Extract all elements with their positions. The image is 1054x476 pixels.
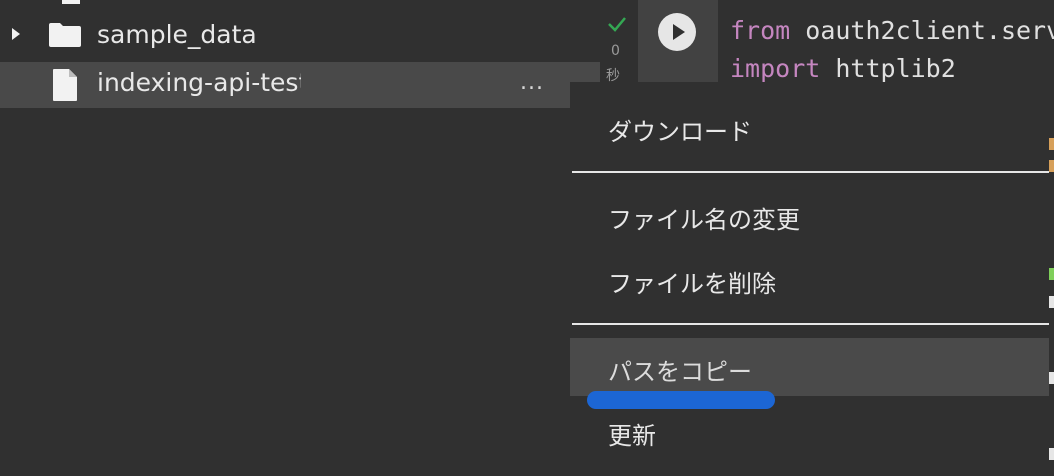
file-icon xyxy=(53,69,77,101)
menu-item-download[interactable]: ダウンロード xyxy=(570,98,1049,156)
play-icon[interactable] xyxy=(658,13,696,51)
execution-time: 0 xyxy=(611,43,620,59)
file-tree-folder-sample-data[interactable]: sample_data xyxy=(0,12,600,58)
file-tree-file-indexing-api-test[interactable]: indexing-api-test ... xyxy=(0,62,600,108)
highlight-annotation xyxy=(587,391,775,409)
menu-divider xyxy=(572,323,1049,325)
chevron-right-icon[interactable] xyxy=(12,28,20,40)
check-icon xyxy=(608,17,626,32)
menu-item-rename[interactable]: ファイル名の変更 xyxy=(570,186,1049,244)
menu-item-label: 更新 xyxy=(608,422,656,450)
previous-item-icon xyxy=(62,0,80,4)
menu-item-copy-path[interactable]: パスをコピー xyxy=(570,338,1049,396)
code-keyword: from xyxy=(730,16,791,45)
colab-window: sample_data indexing-api-test ... 0 秒 fr… xyxy=(0,0,1054,476)
code-keyword: import xyxy=(730,54,821,83)
menu-item-label: ファイル名の変更 xyxy=(608,206,800,234)
menu-item-delete[interactable]: ファイルを削除 xyxy=(570,250,1049,308)
code-line[interactable]: import httplib2 xyxy=(730,54,1054,83)
menu-item-refresh[interactable]: 更新 xyxy=(570,402,1049,460)
more-options-button[interactable]: ... xyxy=(520,70,544,95)
menu-item-label: パスをコピー xyxy=(608,358,752,386)
folder-icon xyxy=(49,23,81,47)
file-label[interactable]: indexing-api-test xyxy=(97,68,301,97)
folder-label[interactable]: sample_data xyxy=(97,20,257,49)
file-context-menu: ダウンロード ファイル名の変更 ファイルを削除 パスをコピー 更新 xyxy=(570,82,1049,476)
code-line[interactable]: from oauth2client.service_account xyxy=(730,16,1054,45)
code-text: httplib2 xyxy=(835,54,956,83)
code-text: oauth2client.service_account xyxy=(805,16,1054,45)
menu-divider xyxy=(572,171,1049,173)
menu-item-label: ダウンロード xyxy=(608,118,752,146)
menu-item-label: ファイルを削除 xyxy=(608,270,776,298)
